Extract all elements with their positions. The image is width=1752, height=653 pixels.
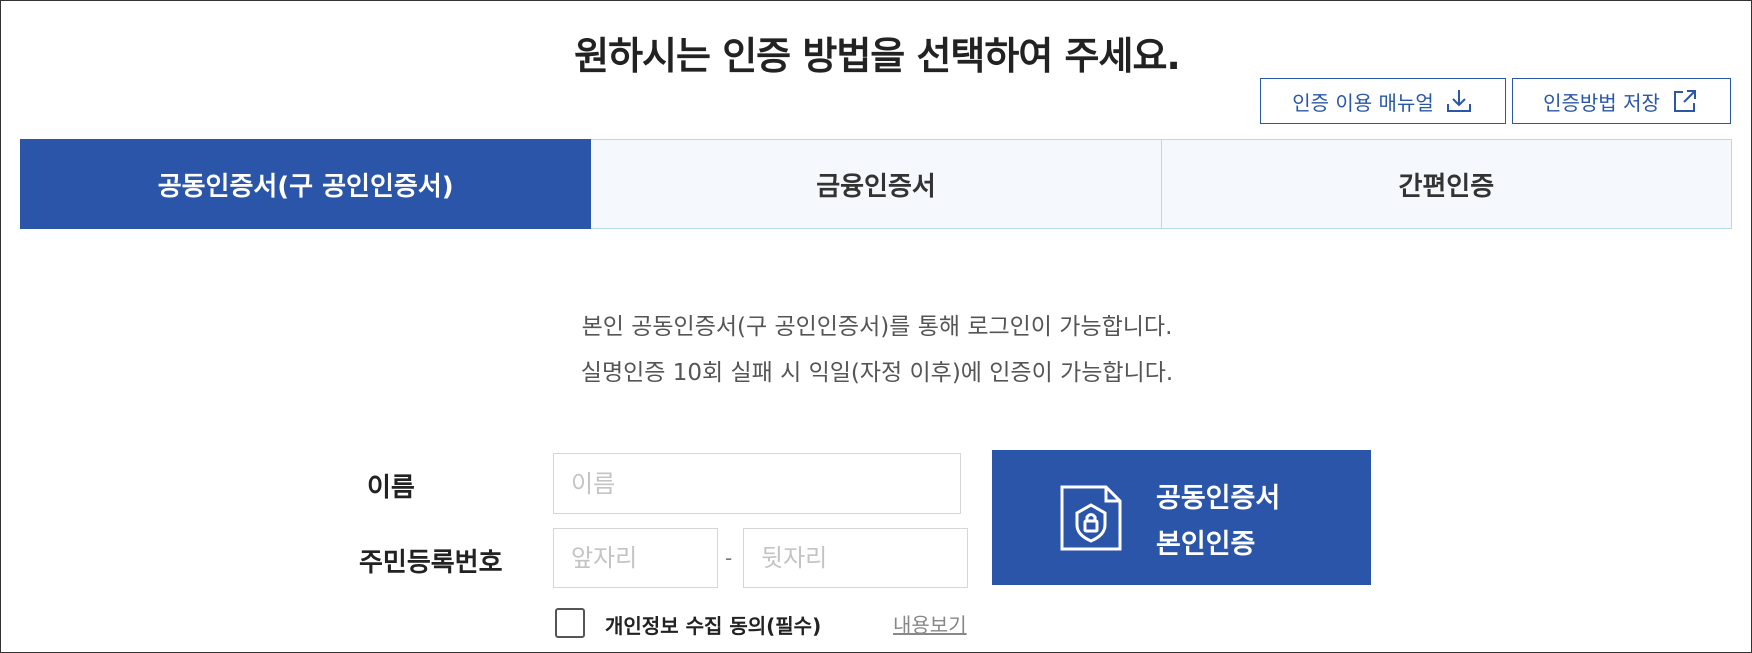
tab-financial-certificate[interactable]: 금융인증서 — [591, 139, 1162, 229]
cert-button-text: 공동인증서 본인인증 — [1156, 476, 1280, 568]
tab-joint-certificate[interactable]: 공동인증서(구 공인인증서) — [20, 139, 592, 229]
view-terms-link[interactable]: 내용보기 — [893, 609, 967, 638]
tab-simple-auth[interactable]: 간편인증 — [1161, 139, 1732, 229]
manual-button[interactable]: 인증 이용 매뉴얼 — [1260, 78, 1506, 124]
consent-label: 개인정보 수집 동의(필수) — [605, 614, 822, 638]
auth-method-tabs: 공동인증서(구 공인인증서) 금융인증서 간편인증 — [20, 139, 1732, 229]
rrn-back-input[interactable] — [743, 528, 968, 588]
rrn-label: 주민등록번호 — [359, 548, 503, 578]
description-line-1: 본인 공동인증서(구 공인인증서)를 통해 로그인이 가능합니다. — [581, 314, 1173, 340]
certificate-lock-icon — [1060, 485, 1122, 551]
manual-button-label: 인증 이용 매뉴얼 — [1292, 90, 1434, 115]
rrn-front-input[interactable] — [553, 528, 718, 588]
save-method-button-label: 인증방법 저장 — [1543, 90, 1660, 115]
consent-checkbox[interactable] — [555, 608, 585, 638]
download-icon — [1446, 90, 1471, 112]
cert-button-line-1: 공동인증서 — [1156, 483, 1281, 514]
external-link-icon — [1673, 90, 1696, 112]
name-input[interactable] — [553, 453, 961, 514]
rrn-separator: - — [725, 546, 733, 570]
cert-button-line-2: 본인인증 — [1156, 529, 1256, 560]
name-label: 이름 — [367, 473, 415, 503]
page-title: 원하시는 인증 방법을 선택하여 주세요. — [574, 34, 1181, 78]
description-line-2: 실명인증 10회 실패 시 익일(자정 이후)에 인증이 가능합니다. — [580, 360, 1174, 386]
save-method-button[interactable]: 인증방법 저장 — [1512, 78, 1731, 124]
joint-certificate-auth-button[interactable]: 공동인증서 본인인증 — [992, 450, 1371, 585]
auth-panel: 원하시는 인증 방법을 선택하여 주세요. 인증 이용 매뉴얼 인증방법 저장 … — [0, 0, 1752, 653]
